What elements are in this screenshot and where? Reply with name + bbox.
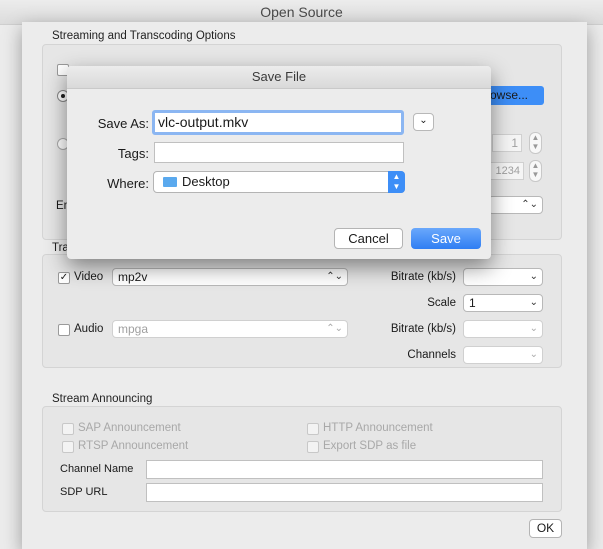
- rtsp-label: RTSP Announcement: [78, 440, 189, 452]
- scale-value: 1: [469, 296, 476, 310]
- tags-field[interactable]: [154, 142, 404, 163]
- scale-label: Scale: [427, 297, 456, 309]
- announcing-group-label: Stream Announcing: [52, 393, 153, 405]
- video-checkbox[interactable]: ✓: [58, 272, 70, 284]
- rtsp-checkbox[interactable]: [62, 441, 74, 453]
- video-label: Video: [74, 271, 104, 283]
- audio-label: Audio: [74, 323, 104, 335]
- browse-button[interactable]: rowse...: [486, 86, 544, 105]
- chevron-down-icon: ⌄: [419, 115, 428, 126]
- save-file-sheet: Save File Save As: vlc-output.mkv ⌄ Tags…: [67, 66, 491, 259]
- where-label: Where:: [107, 176, 149, 191]
- sdp-url-label: SDP URL: [60, 486, 108, 498]
- chevron-down-icon: ⌄: [529, 323, 538, 334]
- streaming-group-label: Streaming and Transcoding Options: [52, 30, 236, 42]
- cancel-button[interactable]: Cancel: [334, 228, 403, 249]
- http-checkbox[interactable]: [307, 423, 319, 435]
- save-button[interactable]: Save: [411, 228, 481, 249]
- chevron-down-icon: ⌄: [529, 349, 538, 360]
- browse-button-label: rowse...: [486, 88, 529, 102]
- encapsulation-popup[interactable]: ⌃⌄: [488, 196, 543, 214]
- tags-label: Tags:: [117, 146, 149, 161]
- updown-icon: ⌃⌄: [326, 323, 343, 334]
- check-icon: ✓: [59, 272, 69, 283]
- export-sdp-checkbox[interactable]: [307, 441, 319, 453]
- scale-popup[interactable]: 1 ⌄: [463, 294, 543, 312]
- ttl-field[interactable]: 1: [492, 134, 522, 152]
- folder-icon: [163, 177, 177, 187]
- channel-name-field[interactable]: [146, 460, 543, 479]
- port-stepper[interactable]: ▲ ▼: [529, 160, 542, 182]
- http-label: HTTP Announcement: [323, 422, 433, 434]
- video-codec-popup[interactable]: mp2v ⌃⌄: [112, 268, 348, 286]
- port-field[interactable]: 1234: [488, 162, 524, 180]
- sap-checkbox[interactable]: [62, 423, 74, 435]
- save-as-field[interactable]: vlc-output.mkv: [152, 110, 404, 135]
- export-sdp-label: Export SDP as file: [323, 440, 417, 452]
- updown-icon: ▲ ▼: [388, 171, 405, 193]
- where-popup[interactable]: Desktop ▲ ▼: [153, 171, 405, 193]
- audio-bitrate-popup[interactable]: ⌄: [463, 320, 543, 338]
- sap-label: SAP Announcement: [78, 422, 181, 434]
- sdp-url-field[interactable]: [146, 483, 543, 502]
- channels-label: Channels: [407, 349, 456, 361]
- channels-popup[interactable]: ⌄: [463, 346, 543, 364]
- channel-name-label: Channel Name: [60, 463, 134, 475]
- chevron-down-icon: ⌄: [529, 297, 538, 308]
- ttl-stepper[interactable]: ▲ ▼: [529, 132, 542, 154]
- ok-button[interactable]: OK: [529, 519, 562, 538]
- updown-icon: ⌃⌄: [326, 271, 343, 282]
- video-codec-value: mp2v: [118, 270, 148, 284]
- save-sheet-title: Save File: [67, 66, 491, 89]
- audio-bitrate-label: Bitrate (kb/s): [390, 323, 456, 335]
- chevron-down-icon: ⌄: [529, 271, 538, 282]
- where-value: Desktop: [182, 174, 230, 189]
- audio-checkbox[interactable]: [58, 324, 70, 336]
- video-bitrate-label: Bitrate (kb/s): [390, 271, 456, 283]
- video-bitrate-popup[interactable]: ⌄: [463, 268, 543, 286]
- audio-codec-value: mpga: [118, 322, 149, 336]
- save-as-label: Save As:: [97, 116, 149, 131]
- audio-codec-popup[interactable]: mpga ⌃⌄: [112, 320, 348, 338]
- updown-icon: ⌃⌄: [521, 199, 538, 210]
- expand-button[interactable]: ⌄: [413, 113, 434, 131]
